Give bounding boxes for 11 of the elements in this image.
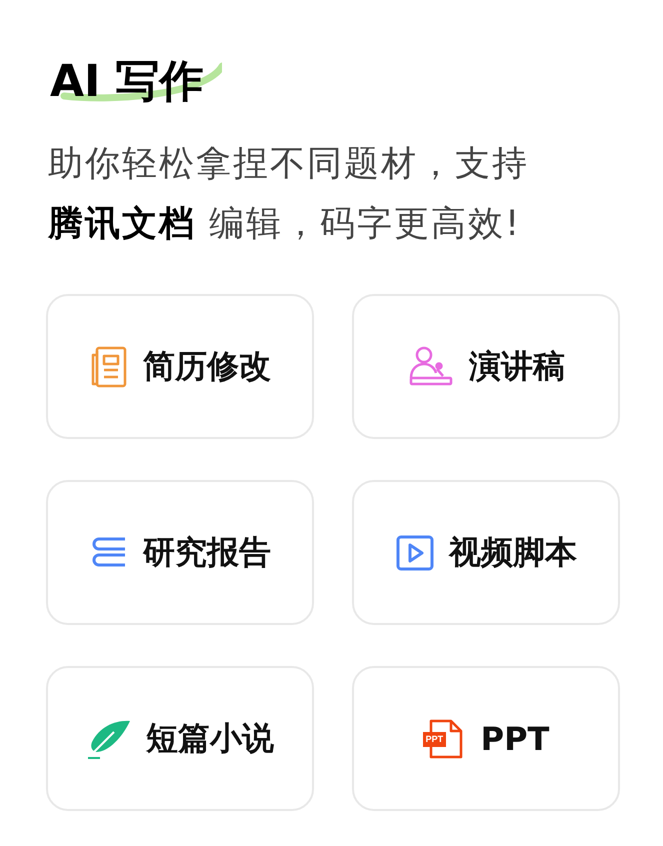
subtitle: 助你轻松拿捏不同题材，支持腾讯文档 编辑，码字更高效! [48, 143, 530, 246]
category-card[interactable]: 研究报告 [46, 480, 314, 625]
speaker-icon [407, 344, 455, 388]
category-card[interactable]: PPT PPT [352, 666, 620, 811]
file-badge: PPT [422, 732, 446, 746]
category-card[interactable]: 视频脚本 [352, 480, 620, 625]
category-card[interactable]: 短篇小说 [46, 666, 314, 811]
document-icon [89, 344, 129, 388]
play-icon [395, 532, 435, 572]
category-card[interactable]: 简历修改 [46, 294, 314, 439]
category-card[interactable]: 演讲稿 [352, 294, 620, 439]
